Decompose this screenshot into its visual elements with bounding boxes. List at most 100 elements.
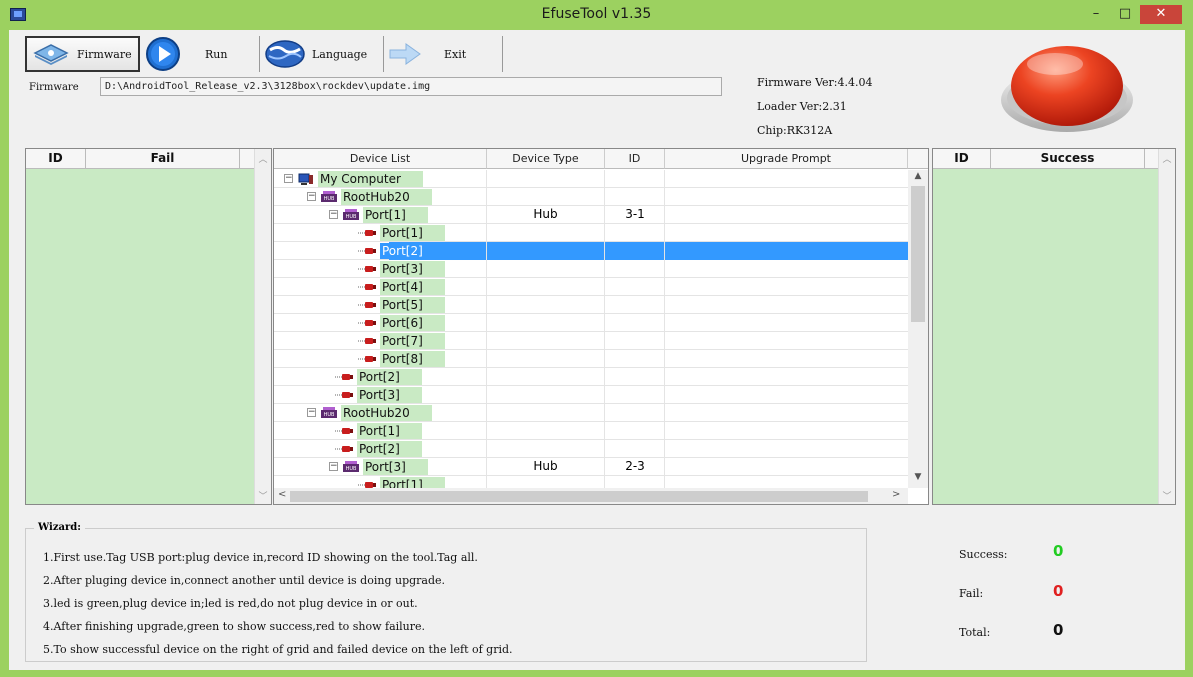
- column-separator: [486, 332, 487, 350]
- device-row[interactable]: Port[3]: [274, 260, 908, 278]
- collapse-toggle-icon[interactable]: −: [329, 462, 338, 471]
- collapse-toggle-icon[interactable]: −: [329, 210, 338, 219]
- exit-button[interactable]: Exit: [383, 36, 503, 72]
- device-row[interactable]: Port[1]: [274, 224, 908, 242]
- fail-grid[interactable]: ID Fail ︿ ﹀: [25, 148, 272, 505]
- device-row[interactable]: Port[8]: [274, 350, 908, 368]
- tree-node[interactable]: Port[3]: [335, 387, 422, 403]
- scroll-down-icon[interactable]: ▼: [908, 472, 928, 482]
- tree-node-label: Port[4]: [380, 279, 445, 295]
- vscroll-thumb[interactable]: [911, 186, 925, 322]
- tree-node-label: RootHub20: [341, 189, 432, 205]
- scroll-left-icon[interactable]: <: [278, 489, 286, 500]
- tree-node[interactable]: HUB RootHub20: [321, 405, 432, 421]
- svg-text:HUB: HUB: [346, 466, 357, 472]
- column-separator: [486, 404, 487, 422]
- scroll-down-icon[interactable]: ﹀: [255, 489, 271, 502]
- device-type-cell: Hub: [533, 459, 558, 473]
- device-row[interactable]: Port[4]: [274, 278, 908, 296]
- toolbar: Firmware Run Language Exit: [21, 36, 503, 72]
- device-grid-vscrollbar[interactable]: ▲ ▼: [908, 170, 928, 488]
- fail-grid-id-header[interactable]: ID: [26, 149, 86, 169]
- title-bar[interactable]: EfuseTool v1.35 – □ ✕: [0, 0, 1193, 30]
- device-row[interactable]: Port[3]: [274, 386, 908, 404]
- fail-grid-fail-header[interactable]: Fail: [86, 149, 240, 169]
- device-id-header[interactable]: ID: [605, 149, 665, 169]
- fail-grid-scrollbar[interactable]: ︿ ﹀: [254, 149, 271, 504]
- device-list-grid[interactable]: Device List Device Type ID Upgrade Promp…: [273, 148, 929, 505]
- close-button[interactable]: ✕: [1140, 5, 1182, 24]
- success-grid-success-header[interactable]: Success: [991, 149, 1145, 169]
- language-button[interactable]: Language: [259, 36, 379, 72]
- collapse-toggle-icon[interactable]: −: [307, 408, 316, 417]
- usb-icon: [358, 266, 376, 272]
- device-row[interactable]: − My Computer: [274, 170, 908, 188]
- total-count-value: 0: [1053, 621, 1064, 639]
- status-led-button-icon[interactable]: [997, 38, 1137, 136]
- column-separator: [664, 170, 665, 188]
- column-separator: [604, 350, 605, 368]
- tree-node[interactable]: Port[4]: [358, 279, 445, 295]
- column-separator: [664, 350, 665, 368]
- usb-icon: [358, 230, 376, 236]
- tree-node[interactable]: Port[1]: [358, 225, 445, 241]
- column-separator: [604, 188, 605, 206]
- column-separator: [486, 386, 487, 404]
- device-row[interactable]: − HUB Port[3] Hub 2-3: [274, 458, 908, 476]
- tree-node[interactable]: Port[3]: [358, 261, 445, 277]
- tree-node[interactable]: Port[7]: [358, 333, 445, 349]
- usb-icon: [358, 320, 376, 326]
- firmware-path-field[interactable]: D:\AndroidTool_Release_v2.3\3128box\rock…: [100, 77, 722, 96]
- tree-node[interactable]: My Computer: [298, 171, 423, 187]
- tree-node[interactable]: Port[1]: [335, 423, 422, 439]
- tree-node[interactable]: Port[5]: [358, 297, 445, 313]
- device-row[interactable]: − HUB Port[1] Hub 3-1: [274, 206, 908, 224]
- tree-node[interactable]: HUB Port[3]: [343, 459, 428, 475]
- tree-node[interactable]: Port[2]: [335, 441, 422, 457]
- firmware-button[interactable]: Firmware: [25, 36, 140, 72]
- tree-node[interactable]: Port[6]: [358, 315, 445, 331]
- tree-node[interactable]: Port[2]: [335, 369, 422, 385]
- success-grid-id-header[interactable]: ID: [933, 149, 991, 169]
- device-grid-hscrollbar[interactable]: < >: [274, 488, 908, 504]
- device-row[interactable]: − HUB RootHub20: [274, 404, 908, 422]
- column-separator: [486, 314, 487, 332]
- column-separator: [664, 224, 665, 242]
- device-row[interactable]: Port[2]: [274, 368, 908, 386]
- scroll-up-icon[interactable]: ︿: [1159, 152, 1175, 165]
- run-button[interactable]: Run: [145, 36, 249, 72]
- device-row[interactable]: Port[1]: [274, 422, 908, 440]
- tree-node-label: Port[8]: [380, 351, 445, 367]
- tree-node[interactable]: HUB Port[1]: [343, 207, 428, 223]
- hub-icon: HUB: [343, 461, 359, 472]
- device-row[interactable]: Port[2]: [274, 242, 908, 260]
- device-list-header[interactable]: Device List: [274, 149, 487, 169]
- minimize-button[interactable]: –: [1085, 5, 1107, 24]
- svg-text:HUB: HUB: [324, 196, 335, 202]
- device-row[interactable]: Port[7]: [274, 332, 908, 350]
- scroll-down-icon[interactable]: ﹀: [1159, 489, 1175, 502]
- scroll-up-icon[interactable]: ▲: [908, 171, 928, 181]
- upgrade-prompt-header[interactable]: Upgrade Prompt: [665, 149, 908, 169]
- tree-node-label: Port[6]: [380, 315, 445, 331]
- success-grid-scrollbar[interactable]: ︿ ﹀: [1158, 149, 1175, 504]
- tree-node[interactable]: HUB RootHub20: [321, 189, 432, 205]
- hscroll-thumb[interactable]: [290, 491, 868, 502]
- hub-icon: HUB: [343, 209, 359, 220]
- maximize-button[interactable]: □: [1114, 5, 1136, 24]
- device-row[interactable]: Port[6]: [274, 314, 908, 332]
- wizard-step-3: 3.led is green,plug device in;led is red…: [43, 597, 418, 610]
- scroll-right-icon[interactable]: >: [892, 489, 900, 500]
- tree-node[interactable]: Port[2]: [358, 243, 445, 259]
- column-separator: [664, 440, 665, 458]
- collapse-toggle-icon[interactable]: −: [284, 174, 293, 183]
- device-row[interactable]: Port[5]: [274, 296, 908, 314]
- collapse-toggle-icon[interactable]: −: [307, 192, 316, 201]
- success-grid[interactable]: ID Success ︿ ﹀: [932, 148, 1176, 505]
- device-row[interactable]: − HUB RootHub20: [274, 188, 908, 206]
- device-row[interactable]: Port[2]: [274, 440, 908, 458]
- tree-node[interactable]: Port[8]: [358, 351, 445, 367]
- usb-icon: [358, 356, 376, 362]
- device-type-header[interactable]: Device Type: [487, 149, 605, 169]
- scroll-up-icon[interactable]: ︿: [255, 152, 271, 165]
